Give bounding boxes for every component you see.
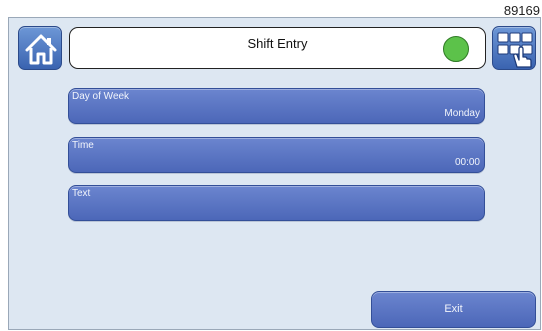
main-panel: Shift Entry Day of Week Monday Time 00:0… [8,17,541,330]
keypad-button[interactable] [492,26,536,70]
home-button[interactable] [18,26,62,70]
day-of-week-field[interactable]: Day of Week Monday [68,88,485,124]
text-field[interactable]: Text [68,185,485,221]
keypad-touch-icon [497,32,533,68]
time-field[interactable]: Time 00:00 [68,137,485,173]
screen-id: 89169 [503,3,540,18]
exit-button[interactable]: Exit [371,291,536,328]
time-value: 00:00 [454,157,480,168]
day-of-week-value: Monday [444,108,480,119]
status-indicator [443,36,469,62]
title-bar: Shift Entry [69,27,486,69]
page-title: Shift Entry [247,36,308,51]
time-label: Time [72,140,94,151]
home-icon [25,34,57,65]
text-label: Text [72,188,91,199]
day-of-week-label: Day of Week [72,91,130,102]
